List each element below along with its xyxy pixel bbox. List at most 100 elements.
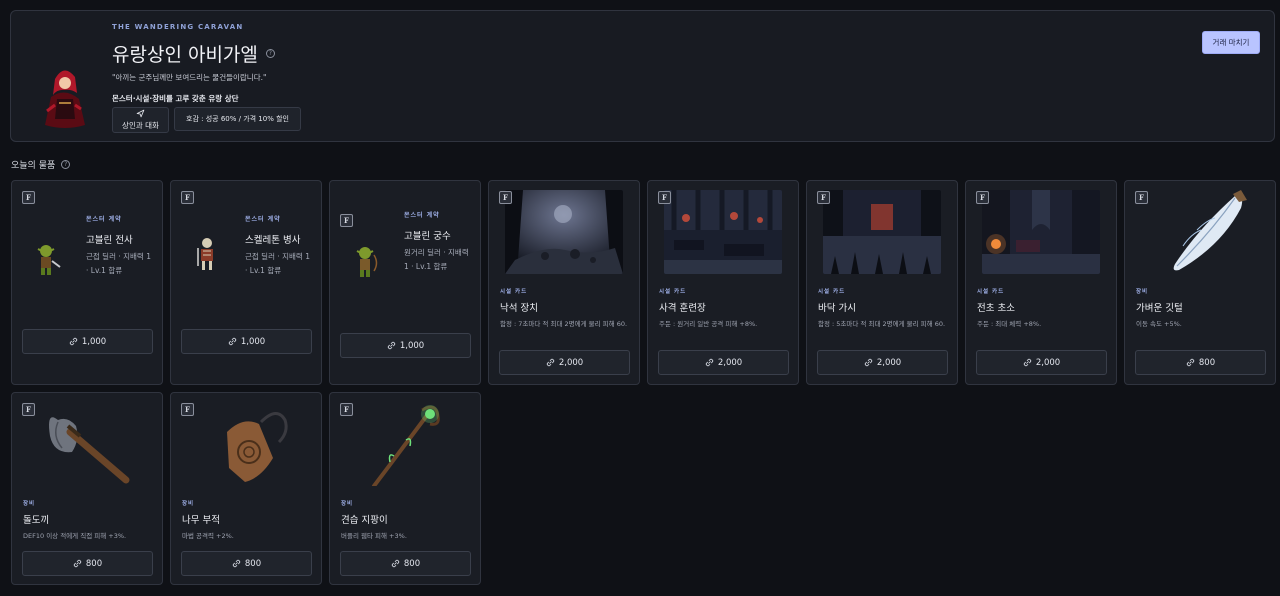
grade-badge: F [181, 403, 194, 416]
link-icon [228, 337, 237, 346]
item-description: 근접 딜러 · 지배력 1 · Lv.1 합류 [86, 252, 151, 275]
header-kicker: THE WANDERING CARAVAN [112, 23, 244, 31]
item-card[interactable]: F 시설 카드 바닥 가시 함정 : 5초마다 적 최대 2명에게 물리 피해 … [806, 180, 958, 385]
buy-button[interactable]: 1,000 [181, 329, 312, 354]
item-category: 장비 [341, 501, 354, 507]
goblin-warrior-sprite [37, 245, 61, 275]
grade-badge: F [658, 191, 671, 204]
light-feather-image [1173, 190, 1247, 271]
buy-button[interactable]: 2,000 [658, 350, 789, 375]
help-icon[interactable]: ? [61, 160, 71, 169]
item-name: 고블린 전사 [86, 235, 133, 246]
item-price: 800 [244, 558, 262, 569]
item-category: 시설 카드 [500, 289, 528, 295]
item-description: DEF10 이상 적에게 직접 피해 +3%. [23, 532, 127, 540]
buy-button[interactable]: 800 [22, 551, 153, 576]
item-name: 견습 지팡이 [341, 515, 388, 526]
buy-button[interactable]: 1,000 [340, 333, 471, 358]
shooting-range-image [664, 190, 782, 274]
buy-button[interactable]: 800 [1135, 350, 1266, 375]
item-name: 고블린 궁수 [404, 231, 451, 242]
link-icon [864, 358, 873, 367]
item-price: 2,000 [1035, 357, 1061, 368]
grade-badge: F [181, 191, 194, 204]
item-price: 1,000 [240, 336, 266, 347]
item-name: 전초 초소 [977, 303, 1015, 314]
item-card[interactable]: F 몬스터 계약 스켈레톤 병사 근접 딜러 · 지배력 1 · Lv.1 합류… [170, 180, 322, 385]
grade-badge: F [340, 214, 353, 227]
outpost-image [982, 190, 1100, 274]
merchant-header: THE WANDERING CARAVAN 유랑상인 아비가엘 ? "아끼는 군… [10, 10, 1275, 142]
help-icon[interactable]: ? [265, 49, 275, 58]
item-category: 시설 카드 [818, 289, 846, 295]
item-description: 함정 : 5초마다 적 최대 2명에게 물리 피해 60. [818, 320, 946, 328]
goblin-archer-sprite [356, 247, 378, 277]
item-card[interactable]: F 장비 가벼운 깃털 이동 속도 +5%. 800 [1124, 180, 1276, 385]
buy-button[interactable]: 2,000 [976, 350, 1107, 375]
link-icon [73, 559, 82, 568]
stone-axe-image [49, 417, 130, 484]
item-card[interactable]: F 장비 견습 지팡이 버플리 웹타 피해 +3%. 800 [329, 392, 481, 585]
link-icon [705, 358, 714, 367]
item-category: 시설 카드 [659, 289, 687, 295]
item-description: 원거리 딜러 · 지배력 1 · Lv.1 합류 [404, 248, 469, 271]
buy-button[interactable]: 800 [181, 551, 312, 576]
grade-badge: F [22, 191, 35, 204]
skeleton-soldier-sprite [197, 238, 213, 270]
item-price: 800 [1198, 357, 1216, 368]
buy-button[interactable]: 800 [340, 551, 471, 576]
merchant-name: 유랑상인 아비가엘 [112, 44, 258, 66]
item-description: 버플리 웹타 피해 +3%. [341, 532, 407, 540]
send-icon [136, 109, 145, 118]
wooden-talisman-image [227, 412, 288, 482]
item-price: 1,000 [399, 340, 425, 351]
item-category: 몬스터 계약 [404, 212, 440, 219]
link-icon [69, 337, 78, 346]
item-name: 돌도끼 [23, 515, 50, 526]
apprentice-staff-image [372, 405, 440, 486]
item-card[interactable]: F 장비 나무 부적 마법 공격력 +2%. 800 [170, 392, 322, 585]
affinity-info-badge: 호감 : 성공 60% / 가격 10% 할인 [174, 107, 301, 131]
merchant-quote: "아끼는 군주님께만 보여드리는 물건들이랍니다." [112, 73, 267, 82]
link-icon [387, 341, 396, 350]
buy-button[interactable]: 1,000 [22, 329, 153, 354]
item-card[interactable]: F 시설 카드 사격 훈련장 주둔 : 원거리 일반 공격 피해 +8%. 2,… [647, 180, 799, 385]
section-title: 오늘의 물품 ? [11, 158, 71, 171]
item-category: 몬스터 계약 [86, 216, 122, 223]
item-price: 1,000 [81, 336, 107, 347]
item-price: 2,000 [876, 357, 902, 368]
item-category: 장비 [182, 501, 195, 507]
item-category: 몬스터 계약 [245, 216, 281, 223]
merchant-tagline: 몬스터·시설·장비를 고루 갖춘 유랑 상단 [112, 94, 239, 103]
item-description: 주둔 : 원거리 일반 공격 피해 +8%. [659, 320, 758, 328]
item-card[interactable]: F 장비 돌도끼 DEF10 이상 적에게 직접 피해 +3%. 800 [11, 392, 163, 585]
buy-button[interactable]: 2,000 [499, 350, 630, 375]
grade-badge: F [340, 403, 353, 416]
item-card[interactable]: F 몬스터 계약 고블린 전사 근접 딜러 · 지배력 1 · Lv.1 합류 … [11, 180, 163, 385]
rockfall-trap-image [505, 190, 623, 274]
item-name: 사격 훈련장 [659, 303, 706, 314]
link-icon [391, 559, 400, 568]
item-name: 스켈레톤 병사 [245, 235, 301, 246]
item-description: 함정 : 7초마다 적 최대 2명에게 물리 피해 60. [500, 320, 628, 328]
buy-button[interactable]: 2,000 [817, 350, 948, 375]
item-price: 800 [85, 558, 103, 569]
link-icon [1186, 358, 1195, 367]
grade-badge: F [22, 403, 35, 416]
finish-trade-button[interactable]: 거래 마치기 [1202, 31, 1260, 54]
item-card[interactable]: F 몬스터 계약 고블린 궁수 원거리 딜러 · 지배력 1 · Lv.1 합류… [329, 180, 481, 385]
item-description: 마법 공격력 +2%. [182, 532, 234, 540]
item-price: 2,000 [717, 357, 743, 368]
item-card[interactable]: F 시설 카드 전초 초소 주둔 : 최대 체력 +8%. 2,000 [965, 180, 1117, 385]
floor-spikes-image [823, 190, 941, 274]
item-card[interactable]: F 시설 카드 낙석 장치 함정 : 7초마다 적 최대 2명에게 물리 피해 … [488, 180, 640, 385]
merchant-title: 유랑상인 아비가엘 ? [112, 40, 275, 67]
talk-button-label: 상인과 대화 [122, 121, 159, 130]
item-description: 근접 딜러 · 지배력 1 · Lv.1 합류 [245, 252, 310, 275]
item-category: 시설 카드 [977, 289, 1005, 295]
item-name: 나무 부적 [182, 515, 220, 526]
grade-badge: F [499, 191, 512, 204]
item-description: 이동 속도 +5%. [1136, 320, 1182, 328]
talk-to-merchant-button[interactable]: 상인과 대화 [112, 107, 169, 133]
grade-badge: F [976, 191, 989, 204]
